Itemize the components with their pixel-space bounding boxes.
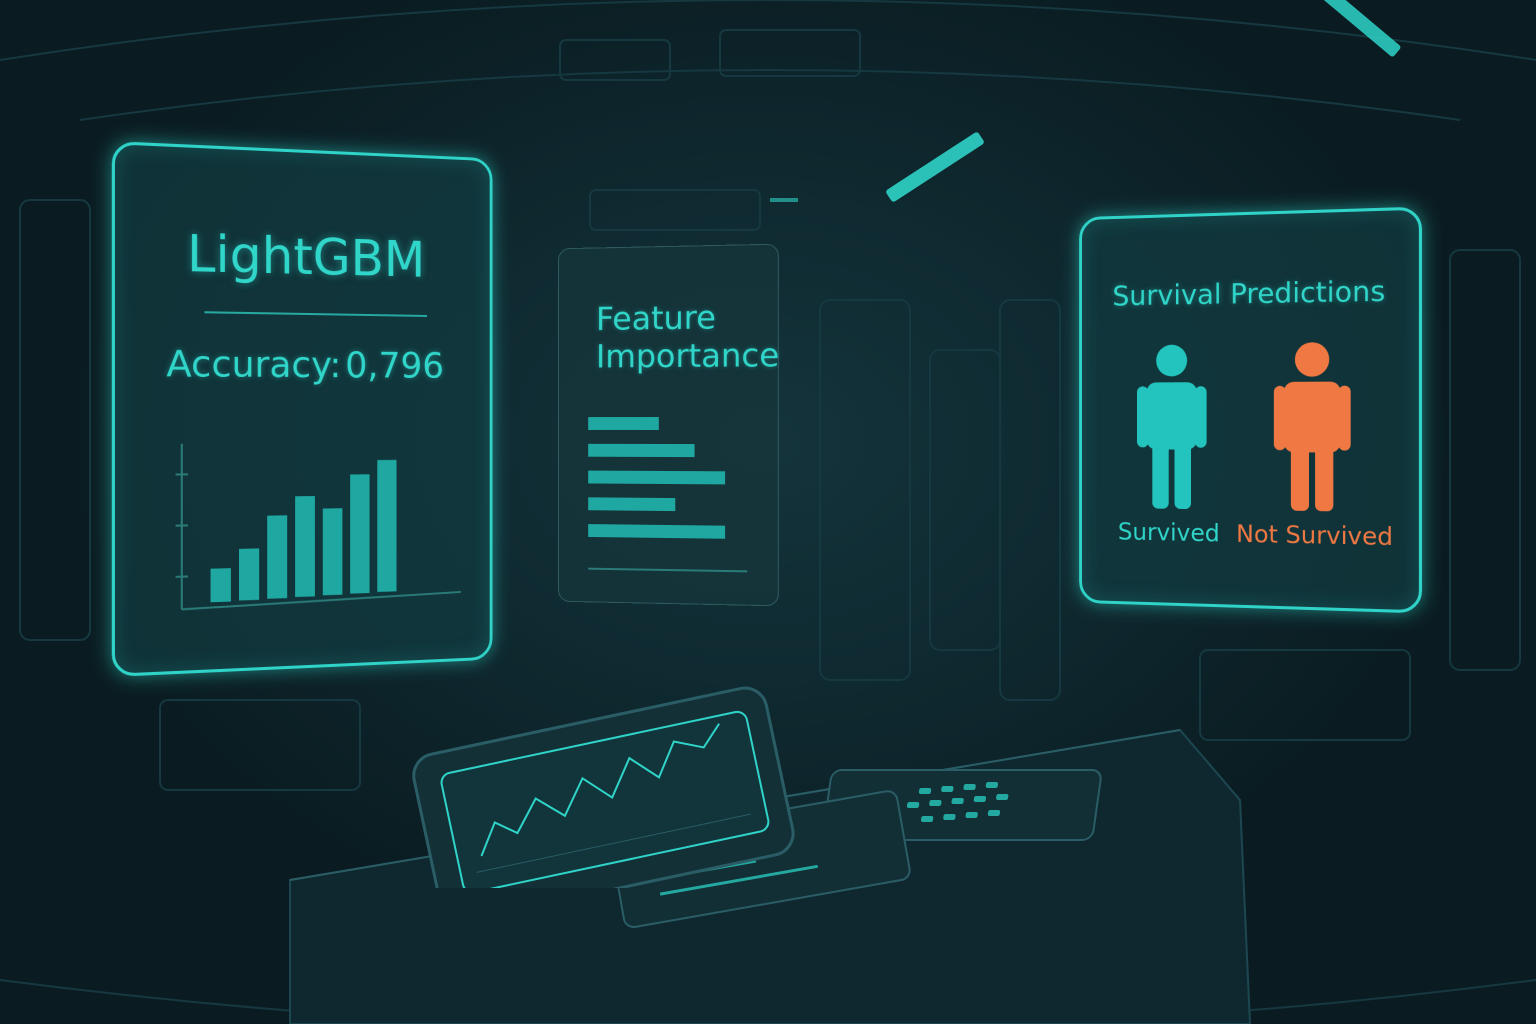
model-chart-bar <box>322 508 343 596</box>
feature-bar <box>588 470 726 485</box>
accuracy-label: Accuracy: <box>166 343 342 387</box>
feature-title-line1: Feature <box>595 298 716 338</box>
prediction-title: Survival Predictions <box>1112 274 1386 313</box>
not-survived-label: Not Survived <box>1236 519 1393 552</box>
person-icon <box>1273 342 1351 512</box>
survived-label: Survived <box>1117 517 1220 548</box>
prediction-panel: Survival Predictions Survived Not Surviv… <box>1079 206 1423 614</box>
feature-title: Feature Importance <box>595 297 780 376</box>
feature-title-line2: Importance <box>595 335 780 376</box>
model-title: LightGBM <box>186 224 426 289</box>
accuracy-value: 0,796 <box>345 345 444 387</box>
model-chart-bar <box>210 568 231 603</box>
model-chart-bar <box>294 495 316 598</box>
model-chart-bar <box>377 459 397 592</box>
model-bar-chart <box>167 432 462 618</box>
model-chart-bar <box>350 474 370 594</box>
scene: LightGBM Accuracy: 0,796 Feature Importan… <box>0 0 1536 1024</box>
person-icon <box>1136 344 1207 510</box>
model-panel: LightGBM Accuracy: 0,796 <box>111 141 493 677</box>
feature-bar <box>588 497 676 512</box>
feature-bar <box>588 524 726 539</box>
feature-bar <box>588 417 659 430</box>
model-chart-bar <box>267 515 288 599</box>
feature-bar <box>588 443 695 458</box>
accuracy-metric: Accuracy: 0,796 <box>115 343 490 387</box>
feature-panel: Feature Importance <box>558 243 780 607</box>
feature-bar-chart <box>588 417 757 587</box>
tablet-display <box>412 686 795 888</box>
model-divider <box>204 311 427 317</box>
model-chart-bar <box>239 548 260 601</box>
